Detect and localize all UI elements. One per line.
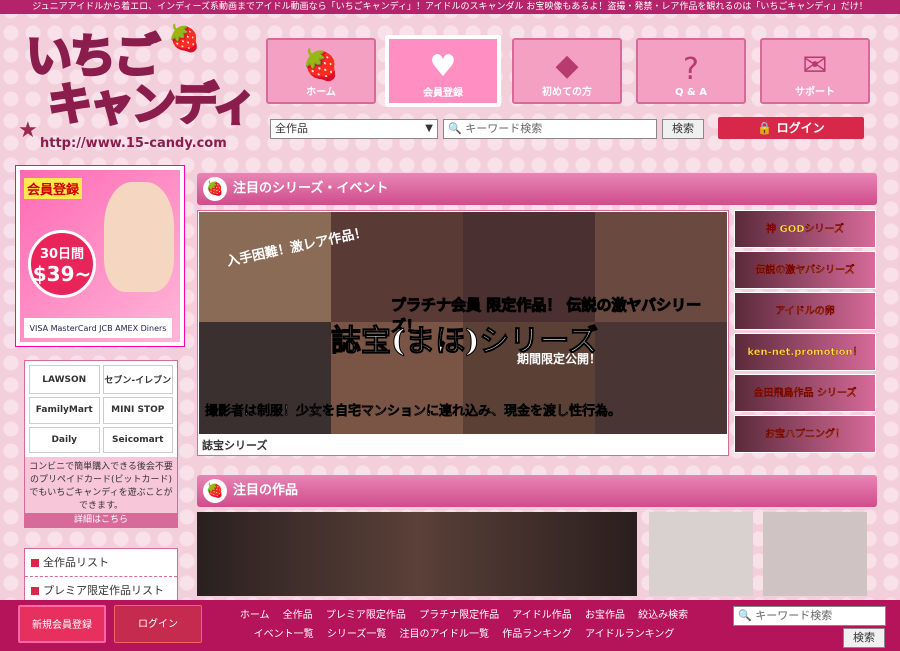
nav-label: 初めての方	[542, 87, 592, 98]
featured-caption-limited: 期間限定公開！	[517, 352, 602, 366]
model-photo	[104, 182, 174, 292]
search-input[interactable]: 🔍 キーワード検索	[443, 119, 657, 139]
store-logo: セブン-イレブン	[102, 365, 173, 395]
logo-url: http://www.15-candy.com	[40, 136, 227, 151]
logo-line2: キャンディ	[47, 78, 259, 132]
search-icon: 🔍	[448, 122, 462, 135]
section-title: 注目の作品	[233, 483, 299, 498]
new-member-button[interactable]: 新規会員登録	[18, 605, 106, 643]
days-label: 30日間	[39, 247, 85, 262]
strawberry-icon: 🍓	[203, 177, 227, 201]
price-label: $39~	[32, 262, 92, 286]
series-thumbnails: 神 GODシリーズ 伝説の激ヤバシリーズ アイドルの卵 ken-net.prom…	[734, 210, 876, 456]
footer-search-button[interactable]: 検索	[843, 628, 885, 648]
series-thumb[interactable]: 伝説の激ヤバシリーズ	[734, 251, 876, 289]
nav-label: ホーム	[306, 87, 336, 98]
site-logo[interactable]: ★ 🍓 いちご キャンディ http://www.15-candy.com	[18, 18, 258, 158]
section-title: 注目のシリーズ・イベント	[233, 181, 389, 196]
cvs-description: コンビニで簡単購入できる後会不要のプリペイドカード(ビットカード)でもいちごキャ…	[25, 457, 177, 513]
series-thumb[interactable]: ken-net.promotion！	[734, 333, 876, 371]
footer-links: ホーム 全作品 プレミア限定作品 プラチナ限定作品 アイドル作品 お宝作品 絞込…	[214, 606, 714, 644]
featured-name[interactable]: 誌宝シリーズ	[202, 437, 267, 453]
store-logo: Daily	[29, 426, 100, 453]
featured-image: 入手困難！激レア作品！ プラチナ会員 限定作品！ 伝説の激ヤバシリーズ！ 誌宝(…	[199, 212, 727, 434]
nav-beginner[interactable]: ◆ 初めての方	[512, 38, 622, 104]
heart-plus-icon: ♥	[429, 49, 457, 84]
category-select[interactable]: 全作品 ▼	[270, 119, 438, 139]
footer-link[interactable]: アイドル作品	[512, 610, 572, 621]
footer-link[interactable]: イベント一覧	[254, 629, 314, 640]
nav-home[interactable]: 🍓 ホーム	[266, 38, 376, 104]
banner-tag: 会員登録	[24, 178, 83, 199]
footer-link[interactable]: アイドルランキング	[585, 629, 674, 640]
price-badge: 30日間 $39~	[28, 230, 96, 298]
footer-link[interactable]: 全作品	[283, 610, 313, 621]
mail-icon: ✉	[802, 48, 828, 83]
footer-search-input[interactable]: 🔍 キーワード検索	[733, 606, 886, 626]
footer-link[interactable]: ホーム	[240, 610, 270, 621]
search-placeholder: キーワード検索	[755, 609, 833, 622]
nav-support[interactable]: ✉ サポート	[760, 38, 870, 104]
footer-link[interactable]: 作品ランキング	[502, 629, 572, 640]
strawberry-icon: 🍓	[168, 24, 201, 54]
store-logo: FamilyMart	[29, 397, 100, 424]
works-grid	[197, 512, 877, 596]
category-value: 全作品	[275, 122, 308, 135]
series-thumb[interactable]: 神 GODシリーズ	[734, 210, 876, 248]
card-logos: VISA MasterCard JCB AMEX Diners	[24, 318, 172, 338]
store-logo: LAWSON	[29, 365, 100, 395]
nav-label: Q & A	[675, 87, 707, 98]
login-button[interactable]: 🔒 ログイン	[718, 117, 864, 139]
side-link-all[interactable]: 全作品リスト	[25, 549, 177, 577]
store-logos: LAWSON セブン-イレブン FamilyMart MINI STOP Dai…	[25, 361, 177, 457]
nav-label: サポート	[795, 87, 835, 98]
featured-caption-bottom: 撮影者は制服！少女を自宅マンションに連れ込み、現金を渡し性行為。	[205, 404, 622, 420]
work-thumbnail[interactable]	[763, 512, 867, 596]
store-logo: Seicomart	[102, 426, 173, 453]
nav-qa[interactable]: ? Q & A	[636, 38, 746, 104]
footer-link[interactable]: シリーズ一覧	[327, 629, 387, 640]
series-thumb[interactable]: お宝ハプニング！	[734, 415, 876, 453]
footer-link[interactable]: お宝作品	[585, 610, 625, 621]
strawberry-icon: 🍓	[203, 479, 227, 503]
search-button[interactable]: 検索	[662, 119, 704, 139]
footer-bar: 新規会員登録 ログイン ホーム 全作品 プレミア限定作品 プラチナ限定作品 アイ…	[0, 600, 900, 651]
dropdown-arrow-icon: ▼	[425, 123, 433, 134]
footer-link[interactable]: 注目のアイドル一覧	[400, 629, 490, 640]
section-series-header: 🍓 注目のシリーズ・イベント	[197, 173, 877, 205]
search-placeholder: キーワード検索	[465, 122, 543, 135]
convenience-store-box[interactable]: LAWSON セブン-イレブン FamilyMart MINI STOP Dai…	[24, 360, 178, 528]
work-thumbnail[interactable]	[649, 512, 753, 596]
beginner-icon: ◆	[555, 48, 579, 83]
footer-login-button[interactable]: ログイン	[114, 605, 202, 643]
cvs-more-link[interactable]: 詳細はこちら	[25, 513, 177, 527]
featured-series[interactable]: 入手困難！激レア作品！ プラチナ会員 限定作品！ 伝説の激ヤバシリーズ！ 誌宝(…	[197, 210, 729, 456]
series-thumb[interactable]: 金田飛鳥作品 シリーズ	[734, 374, 876, 412]
section-works-header: 🍓 注目の作品	[197, 475, 877, 507]
side-list: 全作品リスト プレミア限定作品リスト	[24, 548, 178, 606]
strawberry-icon: 🍓	[302, 48, 340, 83]
register-banner[interactable]: 会員登録 30日間 $39~ VISA MasterCard JCB AMEX …	[16, 166, 184, 346]
login-label: ログイン	[776, 121, 825, 135]
lock-icon: 🔒	[757, 121, 773, 135]
store-logo: MINI STOP	[102, 397, 173, 424]
top-announcement: ジュニアアイドルから着エロ、インディーズ系動画までアイドル動画なら「いちごキャン…	[0, 0, 900, 14]
nav-register[interactable]: ♥ 会員登録	[385, 35, 501, 107]
footer-link[interactable]: プラチナ限定作品	[419, 610, 499, 621]
nav-label: 会員登録	[423, 88, 463, 99]
work-thumbnail[interactable]	[197, 512, 637, 596]
series-thumb[interactable]: アイドルの卵	[734, 292, 876, 330]
question-icon: ?	[683, 52, 699, 87]
footer-link[interactable]: 絞込み検索	[638, 610, 688, 621]
search-icon: 🔍	[738, 609, 752, 622]
star-icon: ★	[18, 118, 38, 143]
footer-link[interactable]: プレミア限定作品	[326, 610, 406, 621]
